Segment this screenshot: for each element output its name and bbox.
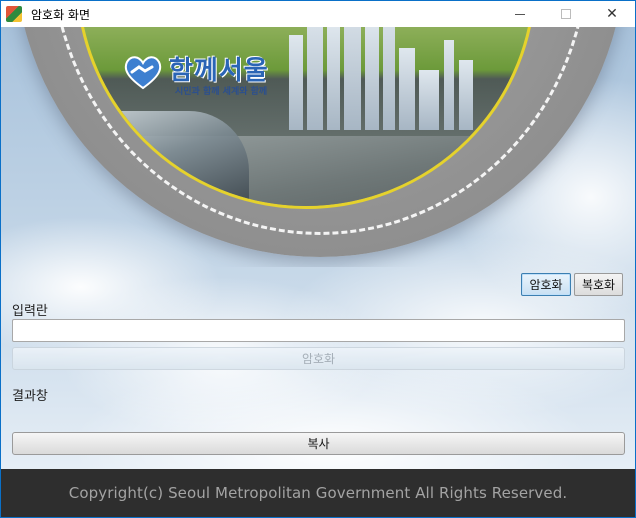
building [399, 48, 415, 130]
copy-button[interactable]: 복사 [12, 432, 625, 455]
heart-handshake-icon [124, 56, 162, 90]
building [289, 35, 303, 130]
encrypt-button[interactable]: 암호화 [12, 347, 625, 370]
logo-title: 함께서울 [169, 56, 269, 86]
result-label: 결과창 [12, 389, 48, 404]
maximize-button[interactable] [543, 1, 589, 27]
building [344, 27, 361, 130]
encrypt-mode-button[interactable]: 암호화 [521, 273, 571, 296]
minimize-icon [515, 13, 525, 15]
building [383, 27, 395, 130]
maximize-icon [561, 9, 571, 19]
input-field[interactable] [12, 319, 625, 342]
main-content: 함께서울 시민과 함께 세계와 함께 암호화 복호화 입력란 암호화 결과창 복… [1, 27, 635, 469]
banner-image: 함께서울 시민과 함께 세계와 함께 [1, 27, 635, 267]
window-title: 암호화 화면 [31, 7, 91, 22]
building [307, 27, 323, 130]
building [327, 27, 340, 130]
building [459, 60, 473, 130]
input-label: 입력란 [12, 304, 48, 319]
app-icon [6, 6, 22, 22]
hamkke-seoul-logo: 함께서울 시민과 함께 세계와 함께 [123, 52, 283, 100]
decrypt-mode-button[interactable]: 복호화 [574, 273, 623, 296]
car [99, 111, 249, 206]
building [419, 70, 439, 130]
title-bar[interactable]: 암호화 화면 ✕ [1, 1, 635, 27]
minimize-button[interactable] [497, 1, 543, 27]
building [365, 27, 379, 130]
footer: Copyright(c) Seoul Metropolitan Governme… [1, 469, 635, 517]
logo-subtitle: 시민과 함께 세계와 함께 [175, 87, 268, 97]
close-icon: ✕ [606, 6, 618, 22]
close-button[interactable]: ✕ [589, 1, 635, 27]
building [444, 40, 454, 130]
app-window: 암호화 화면 ✕ 함께서울 시민과 함께 세계와 함께 암호화 복호화 입력란 … [0, 0, 636, 518]
copyright-text: Copyright(c) Seoul Metropolitan Governme… [68, 484, 568, 502]
